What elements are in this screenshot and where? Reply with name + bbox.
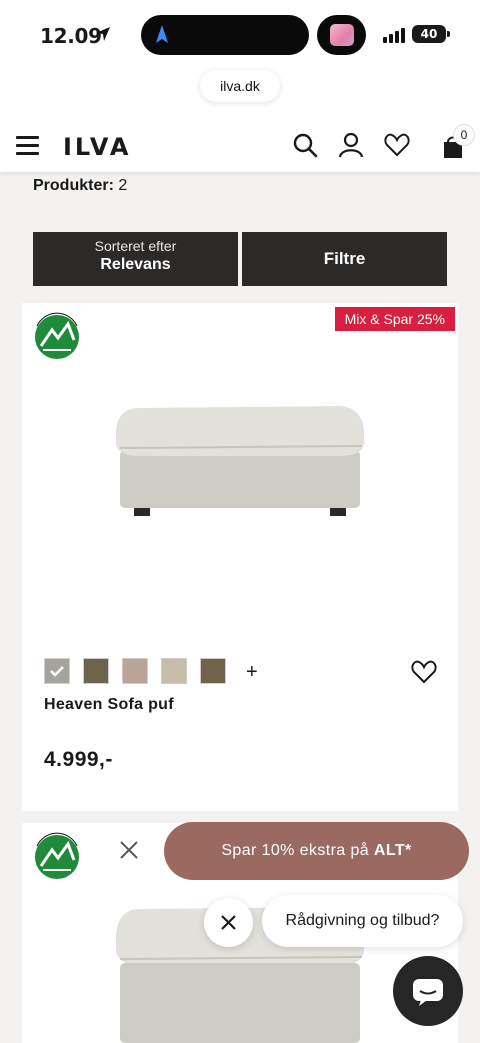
url-pill[interactable]: ilva.dk xyxy=(200,70,280,102)
chat-prompt[interactable]: Rådgivning og tilbud? xyxy=(262,895,463,947)
battery-icon: 40 xyxy=(412,25,450,43)
user-icon[interactable] xyxy=(338,132,364,158)
color-swatch[interactable] xyxy=(44,658,70,684)
promo-banner-bold: ALT* xyxy=(373,842,412,859)
navigation-icon xyxy=(156,25,168,43)
color-swatch[interactable] xyxy=(122,658,148,684)
color-swatch[interactable] xyxy=(200,658,226,684)
browser-url-bar: ilva.dk xyxy=(0,70,480,116)
dynamic-island-app xyxy=(317,15,366,55)
search-icon[interactable] xyxy=(292,132,318,158)
sort-label: Sorteret efter xyxy=(94,238,177,254)
swan-ecolabel-icon xyxy=(35,312,79,359)
chat-button[interactable] xyxy=(393,956,463,1026)
chat-icon xyxy=(413,979,443,1006)
mix-spar-badge: Mix & Spar 25% xyxy=(334,307,455,331)
promo-banner-text: Spar 10% ekstra på xyxy=(221,842,374,859)
ilva-logo[interactable]: ILVA xyxy=(63,133,131,161)
product-count-label: Produkter: xyxy=(33,177,114,194)
cellular-signal-icon xyxy=(383,28,405,43)
battery-level: 40 xyxy=(420,27,438,41)
site-header: ILVA xyxy=(0,116,480,172)
product-name[interactable]: Heaven Sofa puf xyxy=(44,696,174,714)
sort-button[interactable]: Sorteret efter Relevans xyxy=(33,232,238,286)
location-arrow-icon xyxy=(96,27,110,41)
status-bar: 12.09 40 xyxy=(0,0,480,70)
color-swatch[interactable] xyxy=(83,658,109,684)
product-count-value: 2 xyxy=(118,177,128,194)
product-card[interactable]: Mix & Spar 25% + Heaven Sofa puf 4.999,- xyxy=(22,303,458,811)
cart-count-badge: 0 xyxy=(453,124,475,146)
status-time: 12.09 xyxy=(40,24,102,48)
hamburger-menu-icon[interactable] xyxy=(16,136,39,156)
heart-icon[interactable] xyxy=(384,132,410,158)
close-icon[interactable] xyxy=(117,838,141,862)
dynamic-island xyxy=(141,15,309,55)
product-count: Produkter: 2 xyxy=(33,177,127,195)
product-image[interactable] xyxy=(100,398,380,533)
promo-banner[interactable]: Spar 10% ekstra på ALT* xyxy=(164,822,469,880)
color-swatch[interactable] xyxy=(161,658,187,684)
wishlist-heart-icon[interactable] xyxy=(410,659,438,685)
more-colors-button[interactable]: + xyxy=(246,661,258,684)
product-price: 4.999,- xyxy=(44,748,113,771)
sort-value: Relevans xyxy=(100,256,171,273)
check-icon xyxy=(50,666,64,677)
chat-close-button[interactable] xyxy=(204,898,253,947)
close-icon xyxy=(221,915,236,930)
swan-ecolabel-icon xyxy=(35,832,79,879)
filter-button[interactable]: Filtre xyxy=(242,232,447,286)
app-thumbnail xyxy=(330,24,354,46)
